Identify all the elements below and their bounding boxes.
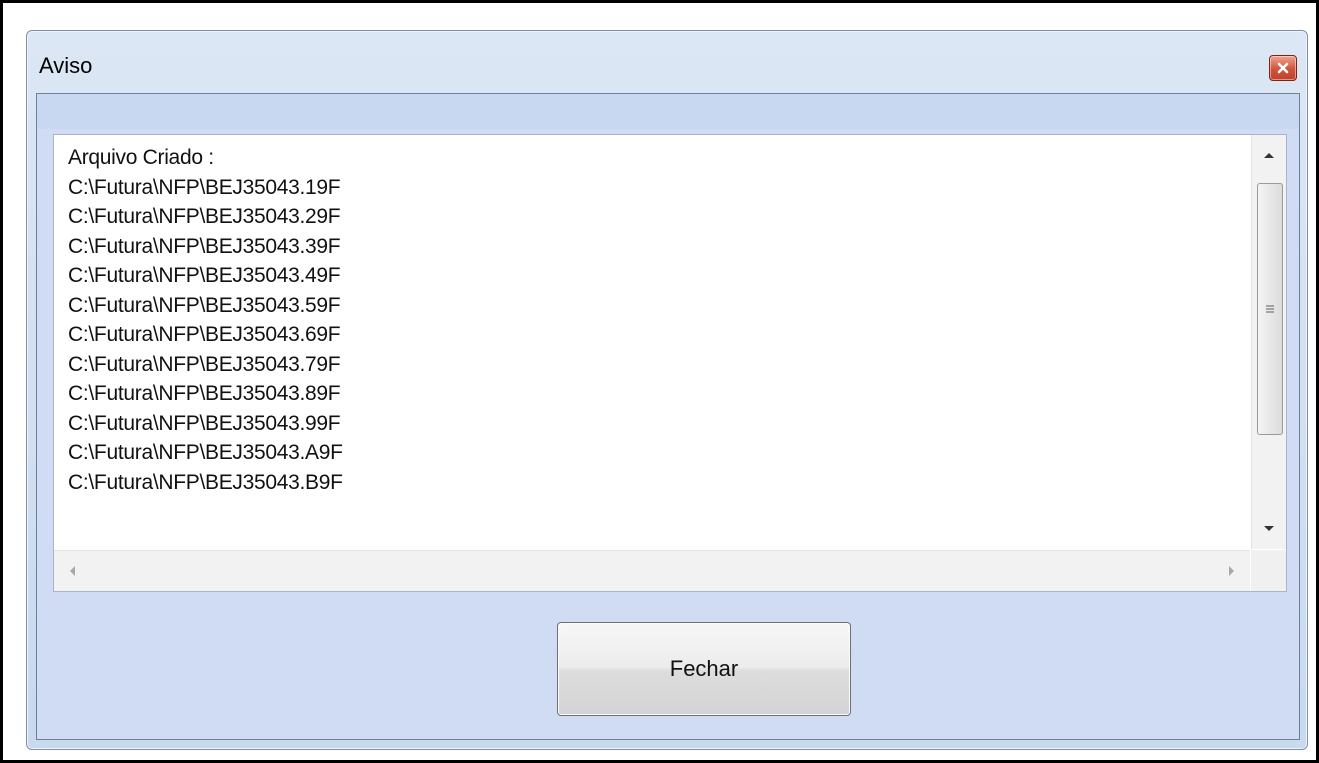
window-title: Aviso <box>39 53 93 78</box>
scroll-down-button[interactable] <box>1252 509 1286 549</box>
memo-line-file: C:\Futura\NFP\BEJ35043.29F <box>68 205 341 228</box>
memo-line-file: C:\Futura\NFP\BEJ35043.69F <box>68 323 341 346</box>
scroll-right-button[interactable] <box>1214 551 1250 591</box>
grip-icon <box>1266 305 1274 313</box>
chevron-down-icon <box>1264 526 1274 531</box>
dialog-client-area: Arquivo Criado : C:\Futura\NFP\BEJ35043.… <box>36 93 1300 740</box>
close-icon <box>1277 62 1289 74</box>
horizontal-scrollbar[interactable] <box>54 550 1250 591</box>
memo-line-file: C:\Futura\NFP\BEJ35043.79F <box>68 352 341 376</box>
memo-line-header: Arquivo Criado : <box>68 146 214 169</box>
title-bar[interactable]: Aviso <box>27 31 1307 93</box>
header-panel <box>37 94 1299 129</box>
vertical-scroll-thumb[interactable] <box>1257 183 1283 435</box>
memo-line-file: C:\Futura\NFP\BEJ35043.99F <box>68 411 341 435</box>
memo-line-file: C:\Futura\NFP\BEJ35043.59F <box>68 293 341 317</box>
scroll-left-button[interactable] <box>54 551 90 591</box>
memo-line-file: C:\Futura\NFP\BEJ35043.A9F <box>68 441 343 464</box>
memo-line-file: C:\Futura\NFP\BEJ35043.89F <box>68 382 341 405</box>
chevron-left-icon <box>70 566 75 576</box>
chevron-right-icon <box>1229 566 1234 576</box>
memo-line-file: C:\Futura\NFP\BEJ35043.49F <box>68 264 341 287</box>
dialog-window: Aviso Arquivo Criado : C:\Futura\NFP\BEJ… <box>26 30 1308 750</box>
memo-line-file: C:\Futura\NFP\BEJ35043.39F <box>68 234 341 258</box>
fechar-button-label: Fechar <box>669 656 739 681</box>
memo-line-file: C:\Futura\NFP\BEJ35043.19F <box>68 175 341 199</box>
vertical-scrollbar[interactable] <box>1251 135 1286 549</box>
scroll-up-button[interactable] <box>1252 135 1286 175</box>
memo-line-file: C:\Futura\NFP\BEJ35043.B9F <box>68 470 343 494</box>
chevron-up-icon <box>1264 153 1274 158</box>
scrollbar-corner <box>1251 550 1286 591</box>
memo-content[interactable]: Arquivo Criado : C:\Futura\NFP\BEJ35043.… <box>68 143 1238 549</box>
file-list-memo[interactable]: Arquivo Criado : C:\Futura\NFP\BEJ35043.… <box>53 134 1287 592</box>
fechar-button[interactable]: Fechar <box>557 622 851 716</box>
window-close-button[interactable] <box>1269 55 1297 81</box>
